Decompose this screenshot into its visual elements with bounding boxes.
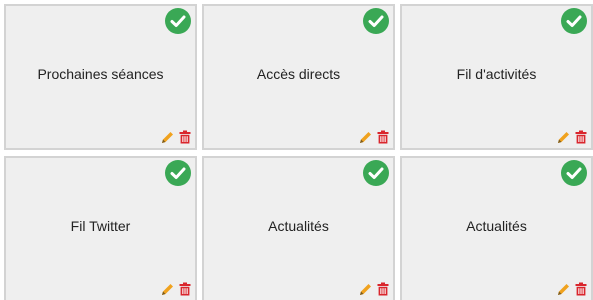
pencil-icon[interactable] <box>359 282 373 296</box>
check-icon[interactable] <box>363 8 389 34</box>
widget-actions <box>557 130 587 144</box>
trash-icon[interactable] <box>575 130 587 144</box>
widget-grid: Prochaines séances Accès directs Fil d'a… <box>0 0 593 300</box>
widget-title: Actualités <box>466 218 527 234</box>
widget-title: Accès directs <box>256 66 341 82</box>
widget-tile[interactable]: Accès directs <box>202 4 395 150</box>
widget-tile[interactable]: Fil d'activités <box>400 4 593 150</box>
trash-icon[interactable] <box>377 282 389 296</box>
check-icon[interactable] <box>561 8 587 34</box>
pencil-icon[interactable] <box>359 130 373 144</box>
widget-actions <box>161 282 191 296</box>
widget-title: Actualités <box>268 218 329 234</box>
check-icon[interactable] <box>363 160 389 186</box>
widget-tile[interactable]: Prochaines séances <box>4 4 197 150</box>
pencil-icon[interactable] <box>161 130 175 144</box>
check-icon[interactable] <box>561 160 587 186</box>
widget-actions <box>359 282 389 296</box>
pencil-icon[interactable] <box>557 130 571 144</box>
widget-tile[interactable]: Fil Twitter <box>4 156 197 300</box>
pencil-icon[interactable] <box>557 282 571 296</box>
pencil-icon[interactable] <box>161 282 175 296</box>
trash-icon[interactable] <box>575 282 587 296</box>
widget-tile[interactable]: Actualités <box>202 156 395 300</box>
widget-title: Prochaines séances <box>37 66 164 82</box>
trash-icon[interactable] <box>377 130 389 144</box>
trash-icon[interactable] <box>179 282 191 296</box>
widget-actions <box>557 282 587 296</box>
widget-actions <box>359 130 389 144</box>
widget-title: Fil d'activités <box>456 66 537 82</box>
check-icon[interactable] <box>165 8 191 34</box>
trash-icon[interactable] <box>179 130 191 144</box>
check-icon[interactable] <box>165 160 191 186</box>
widget-actions <box>161 130 191 144</box>
widget-title: Fil Twitter <box>70 218 131 234</box>
widget-tile[interactable]: Actualités <box>400 156 593 300</box>
